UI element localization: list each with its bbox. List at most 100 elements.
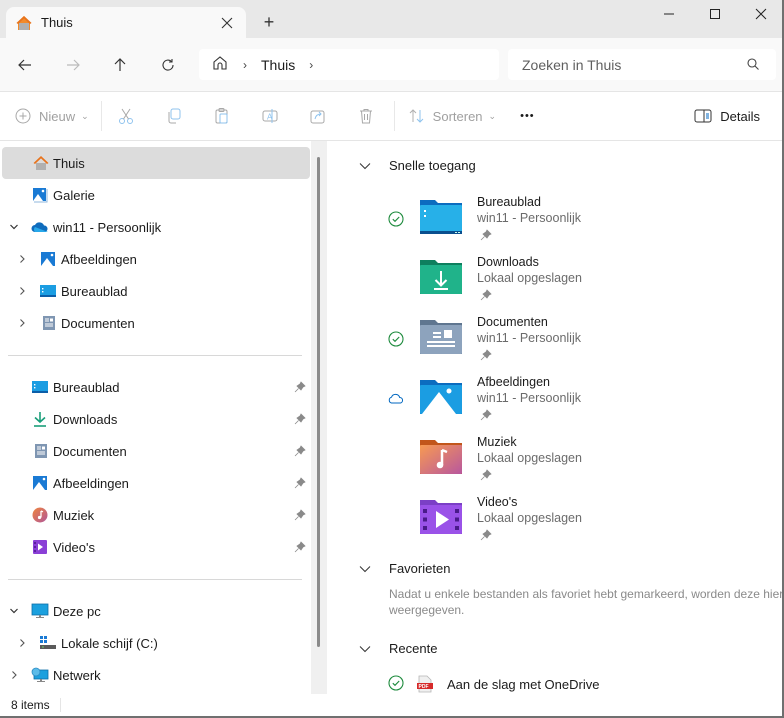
documents-icon bbox=[40, 314, 58, 332]
search-icon[interactable] bbox=[746, 57, 760, 74]
sidebar-item-onedrive-bureaublad[interactable]: Bureaublad bbox=[0, 275, 310, 307]
home-icon bbox=[32, 154, 50, 172]
pin-icon[interactable] bbox=[480, 229, 492, 244]
tab-title: Thuis bbox=[41, 15, 73, 30]
back-button[interactable] bbox=[10, 50, 40, 80]
sidebar-item-label: Netwerk bbox=[53, 667, 101, 683]
quick-access-header[interactable]: Snelle toegang bbox=[359, 158, 476, 173]
pin-icon[interactable] bbox=[480, 349, 492, 364]
chevron-right-icon[interactable] bbox=[8, 669, 20, 681]
chevron-down-icon[interactable] bbox=[359, 162, 373, 170]
chevron-right-icon[interactable] bbox=[16, 253, 28, 265]
close-window-button[interactable] bbox=[738, 0, 784, 28]
pdf-icon: PDF bbox=[417, 675, 433, 693]
title-bar: Thuis + bbox=[0, 0, 784, 38]
pin-icon[interactable] bbox=[480, 469, 492, 484]
forward-button[interactable] bbox=[58, 50, 88, 80]
pin-icon[interactable] bbox=[294, 445, 306, 460]
sidebar-item-label: Downloads bbox=[53, 411, 118, 427]
pin-icon[interactable] bbox=[294, 413, 306, 428]
maximize-button[interactable] bbox=[692, 0, 738, 28]
sidebar-item-bureaublad[interactable]: Bureaublad bbox=[0, 371, 310, 403]
delete-button[interactable] bbox=[342, 100, 390, 132]
search-box[interactable] bbox=[508, 49, 776, 80]
new-tab-button[interactable]: + bbox=[255, 9, 283, 35]
search-input[interactable] bbox=[522, 56, 732, 73]
close-tab-icon[interactable] bbox=[212, 11, 242, 35]
pin-icon[interactable] bbox=[480, 529, 492, 544]
sidebar-item-galerie[interactable]: Galerie bbox=[0, 179, 310, 211]
sidebar-item-downloads[interactable]: Downloads bbox=[0, 403, 310, 435]
downloads-folder-icon bbox=[419, 258, 463, 296]
sort-button[interactable]: Sorteren ⌄ bbox=[395, 100, 510, 132]
sidebar-item-label: win11 - Persoonlijk bbox=[53, 219, 162, 235]
cut-icon bbox=[118, 108, 133, 124]
chevron-down-icon: ⌄ bbox=[488, 110, 497, 121]
chevron-right-icon[interactable] bbox=[16, 285, 28, 297]
pictures-icon bbox=[31, 474, 49, 492]
minimize-button[interactable] bbox=[646, 0, 692, 28]
up-button[interactable] bbox=[105, 50, 135, 80]
synced-check-icon bbox=[387, 674, 405, 695]
sidebar-item-label: Muziek bbox=[53, 507, 95, 523]
copy-button[interactable] bbox=[150, 100, 198, 132]
quick-access-item[interactable]: Muziek Lokaal opgeslagen bbox=[387, 435, 687, 498]
sidebar-item-deze-pc[interactable]: Deze pc bbox=[0, 595, 310, 627]
cut-button[interactable] bbox=[102, 100, 150, 132]
refresh-button[interactable] bbox=[153, 50, 183, 80]
pin-icon[interactable] bbox=[294, 509, 306, 524]
quick-access-item[interactable]: Documenten win11 - Persoonlijk bbox=[387, 315, 687, 378]
tab-thuis[interactable]: Thuis bbox=[6, 7, 246, 38]
folder-location: win11 - Persoonlijk bbox=[477, 391, 581, 405]
sidebar-item-onedrive[interactable]: win11 - Persoonlijk bbox=[0, 211, 310, 243]
sidebar-item-label: Documenten bbox=[61, 315, 135, 331]
sidebar-item-label: Afbeeldingen bbox=[53, 475, 129, 491]
new-button[interactable]: Nieuw ⌄ bbox=[0, 100, 101, 132]
paste-button[interactable] bbox=[198, 100, 246, 132]
chevron-down-icon[interactable] bbox=[8, 221, 20, 233]
favorites-header[interactable]: Favorieten bbox=[359, 561, 450, 576]
more-options-button[interactable]: ••• bbox=[510, 100, 535, 132]
sidebar-item-onedrive-afbeeldingen[interactable]: Afbeeldingen bbox=[0, 243, 310, 275]
sidebar-item-afbeeldingen[interactable]: Afbeeldingen bbox=[0, 467, 310, 499]
sidebar-item-muziek[interactable]: Muziek bbox=[0, 499, 310, 531]
share-button[interactable] bbox=[294, 100, 342, 132]
breadcrumb-chevron-icon[interactable]: › bbox=[309, 58, 313, 72]
pin-icon[interactable] bbox=[294, 541, 306, 556]
videos-icon bbox=[31, 538, 49, 556]
home-breadcrumb-icon[interactable] bbox=[211, 54, 229, 75]
pin-icon[interactable] bbox=[480, 289, 492, 304]
breadcrumb-separator-icon[interactable]: › bbox=[243, 58, 247, 72]
chevron-right-icon[interactable] bbox=[16, 637, 28, 649]
divider bbox=[8, 355, 302, 356]
sidebar-item-videos[interactable]: Video's bbox=[0, 531, 310, 563]
sidebar-item-documenten[interactable]: Documenten bbox=[0, 435, 310, 467]
recent-file-item[interactable]: PDF Aan de slag met OneDrive bbox=[387, 672, 599, 694]
recent-header[interactable]: Recente bbox=[359, 641, 437, 656]
chevron-down-icon[interactable] bbox=[8, 605, 20, 617]
onedrive-cloud-icon bbox=[31, 218, 49, 236]
sidebar-item-thuis[interactable]: Thuis bbox=[2, 147, 310, 179]
chevron-down-icon[interactable] bbox=[359, 645, 373, 653]
downloads-icon bbox=[31, 410, 49, 428]
sidebar-item-lokale-schijf[interactable]: Lokale schijf (C:) bbox=[0, 627, 310, 659]
svg-text:PDF: PDF bbox=[419, 684, 429, 690]
chevron-down-icon[interactable] bbox=[359, 565, 373, 573]
pin-icon[interactable] bbox=[294, 477, 306, 492]
quick-access-item[interactable]: Afbeeldingen win11 - Persoonlijk bbox=[387, 375, 687, 438]
sidebar-item-onedrive-documenten[interactable]: Documenten bbox=[0, 307, 310, 339]
pin-icon[interactable] bbox=[480, 409, 492, 424]
rename-button[interactable]: A bbox=[246, 100, 294, 132]
breadcrumb-thuis[interactable]: Thuis bbox=[261, 57, 295, 73]
navigation-pane: Thuis Galerie win11 - Persoonlijk Afbeel… bbox=[0, 141, 327, 694]
synced-check-icon bbox=[387, 210, 405, 228]
quick-access-item[interactable]: Bureaublad win11 - Persoonlijk bbox=[387, 195, 687, 258]
chevron-right-icon[interactable] bbox=[16, 317, 28, 329]
pin-icon[interactable] bbox=[294, 381, 306, 396]
quick-access-item[interactable]: Downloads Lokaal opgeslagen bbox=[387, 255, 687, 318]
address-bar[interactable]: › Thuis › bbox=[199, 49, 499, 80]
sidebar-scrollbar-thumb[interactable] bbox=[317, 157, 320, 647]
sidebar-item-netwerk[interactable]: Netwerk bbox=[0, 659, 310, 691]
quick-access-item[interactable]: Video's Lokaal opgeslagen bbox=[387, 495, 687, 558]
details-button[interactable]: Details bbox=[694, 100, 760, 132]
